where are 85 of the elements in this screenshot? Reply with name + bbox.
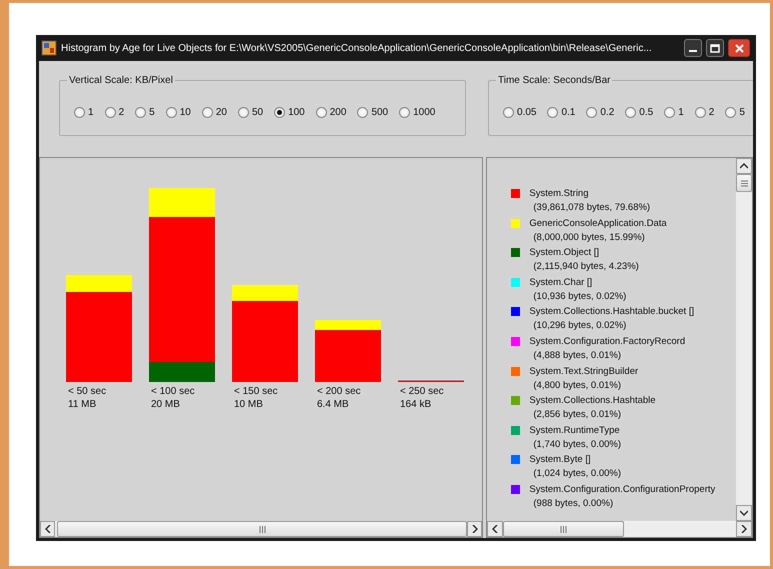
- option-label: 0.1: [561, 106, 576, 120]
- legend-detail: (8,000,000 bytes, 15.99%): [532, 230, 646, 245]
- legend-detail: (4,800 bytes, 0.01%): [532, 378, 622, 393]
- option-label: 5: [149, 106, 155, 120]
- radio-button[interactable]: [316, 106, 327, 118]
- bar-size-label: 11 MB: [68, 399, 96, 410]
- radio-button[interactable]: [586, 106, 598, 118]
- scroll-left-button[interactable]: [487, 521, 504, 537]
- option-label: 5: [739, 106, 745, 120]
- bar-label: < 150 sec: [234, 386, 278, 397]
- option-label: 0.5: [639, 106, 654, 120]
- legend-name: GenericConsoleApplication.Data: [529, 216, 667, 231]
- maximize-icon: [710, 44, 720, 52]
- radio-button[interactable]: [625, 106, 636, 118]
- radio-button[interactable]: [74, 106, 85, 118]
- legend-detail: (4,888 bytes, 0.01%): [532, 348, 622, 363]
- legend-name: System.Char []: [529, 276, 594, 290]
- scroll-left-button[interactable]: [40, 521, 56, 537]
- option-label: 50: [252, 106, 264, 120]
- scroll-up-button[interactable]: [736, 158, 752, 174]
- option-label: 0.05: [517, 106, 536, 120]
- radio-button[interactable]: [104, 106, 116, 118]
- radio-button[interactable]: [238, 106, 249, 118]
- option-label: 1000: [413, 106, 436, 120]
- legend-detail: (39,861,078 bytes, 79.68%): [532, 201, 650, 215]
- radio-button[interactable]: [399, 106, 410, 118]
- grip-icon: [740, 180, 748, 186]
- option-label: 1: [88, 106, 94, 120]
- option-label: 0.2: [600, 106, 614, 120]
- radio-button[interactable]: [664, 106, 676, 118]
- radio-button[interactable]: [725, 106, 736, 118]
- scroll-thumb[interactable]: [736, 174, 752, 192]
- legend-name: System.RuntimeType: [529, 424, 621, 438]
- legend-name: System.Object []: [529, 246, 600, 260]
- legend-name: System.Byte []: [529, 453, 592, 468]
- radio-button[interactable]: [547, 106, 558, 118]
- legend-name: System.Collections.Hashtable: [529, 394, 656, 408]
- radio-button[interactable]: [274, 106, 286, 118]
- window-title: Histogram by Age for Live Objects for E:\Work\VS2005\GenericConsoleApplication\GenericConsoleApplication\bin\Release\Generic...: [61, 42, 652, 56]
- option-label: 20: [216, 106, 227, 120]
- app-icon: [41, 40, 57, 56]
- option-label: 2: [708, 106, 714, 120]
- legend-detail: (2,115,940 bytes, 4.23%): [532, 260, 639, 274]
- close-button[interactable]: [728, 39, 750, 57]
- legend-detail: (1,024 bytes, 0.00%): [532, 467, 622, 482]
- radio-button[interactable]: [166, 106, 177, 118]
- scroll-down-button[interactable]: [736, 505, 752, 521]
- radio-button[interactable]: [694, 106, 706, 118]
- scroll-thumb[interactable]: [503, 521, 624, 537]
- radio-button[interactable]: [503, 106, 514, 118]
- option-label: 2: [118, 106, 124, 120]
- legend-name: System.Text.StringBuilder: [529, 364, 638, 379]
- bar-label: < 250 sec: [400, 386, 444, 397]
- bar-label: < 200 sec: [317, 386, 361, 397]
- bar-size-label: 10 MB: [234, 399, 263, 410]
- maximize-button[interactable]: [706, 39, 724, 57]
- legend-detail: (1,740 bytes, 0.00%): [532, 438, 622, 452]
- legend-name: System.Configuration.FactoryRecord: [529, 334, 686, 349]
- scroll-right-button[interactable]: [467, 521, 482, 537]
- close-icon: [734, 44, 744, 52]
- option-label: 10: [180, 106, 191, 120]
- legend-detail: (988 bytes, 0.00%): [532, 496, 614, 511]
- legend-detail: (10,936 bytes, 0.02%): [532, 290, 626, 304]
- radio-button[interactable]: [357, 106, 368, 118]
- scroll-right-button[interactable]: [736, 521, 752, 537]
- legend-name: System.String: [529, 187, 590, 201]
- bar-size-label: 6.4 MB: [317, 399, 349, 410]
- scroll-thumb[interactable]: [57, 521, 468, 537]
- bar-label: < 100 sec: [151, 386, 195, 397]
- radio-button[interactable]: [135, 106, 146, 118]
- option-label: 1: [678, 106, 684, 120]
- radio-button[interactable]: [202, 106, 213, 118]
- legend-detail: (2,856 bytes, 0.01%): [532, 408, 622, 422]
- bar-size-label: 20 MB: [151, 399, 180, 410]
- grip-icon: [258, 526, 266, 532]
- option-label: 500: [371, 106, 388, 120]
- legend-name: System.Configuration.ConfigurationProperty: [529, 482, 716, 497]
- bar-size-label: 164 kB: [400, 399, 432, 410]
- bar-label: < 50 sec: [68, 386, 106, 397]
- minimize-button[interactable]: [684, 39, 702, 57]
- legend-name: System.Collections.Hashtable.bucket []: [529, 305, 694, 320]
- legend-detail: (10,296 bytes, 0.02%): [532, 319, 628, 334]
- grip-icon: [560, 526, 568, 532]
- option-label: 200: [330, 106, 346, 120]
- option-label: 100: [288, 106, 305, 120]
